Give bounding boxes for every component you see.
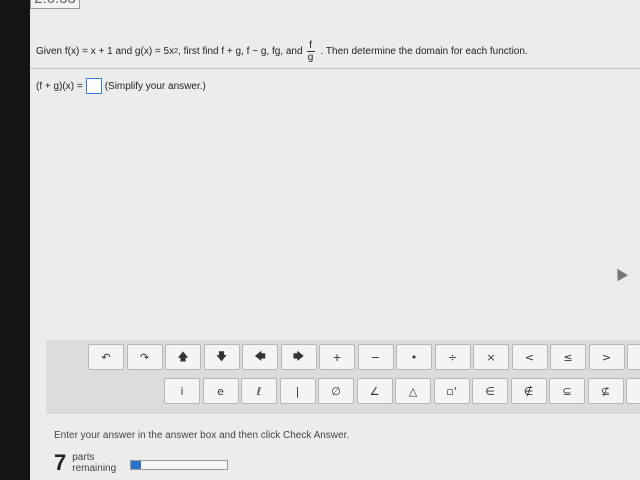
screen: 2.6.33 Given f(x) = x + 1 and g(x) = 5x2… <box>30 0 640 480</box>
question-text: Given f(x) = x + 1 and g(x) = 5x 2, first… <box>36 40 528 63</box>
progress-fill <box>131 461 141 469</box>
palette-key-down-arrow[interactable]: 🡇 <box>203 344 240 370</box>
palette-key-abs-value[interactable]: | <box>279 378 316 404</box>
mouse-cursor-icon <box>612 265 628 282</box>
palette-key-minus[interactable]: − <box>357 344 394 370</box>
palette-key-redo[interactable]: ↷ <box>126 344 163 370</box>
palette-key-greater-than[interactable]: > <box>588 344 625 370</box>
answer-row: (f + g)(x) = (Simplify your answer.) <box>36 78 206 94</box>
palette-key-triangle[interactable]: △ <box>395 378 431 404</box>
fraction-numerator: f <box>309 40 312 51</box>
prompt-middle: , first find f + g, f − g, fg, and <box>178 46 303 57</box>
parts-remaining: 7 parts remaining <box>54 450 116 475</box>
palette-key-less-equal[interactable]: ≤ <box>550 344 586 370</box>
palette-key-times[interactable]: × <box>473 344 509 370</box>
problem-id: 2.6.33 <box>30 0 80 9</box>
palette-key-element-of[interactable]: ∈ <box>472 378 508 404</box>
instruction-message: Enter your answer in the answer box and … <box>54 430 350 441</box>
answer-input[interactable] <box>85 78 102 94</box>
palette-key-prime[interactable]: ▫' <box>433 378 470 404</box>
palette-key-up-arrow[interactable]: 🡅 <box>165 344 201 370</box>
palette-key-undo[interactable]: ↶ <box>88 344 124 370</box>
palette-key-ell[interactable]: ℓ <box>241 378 277 404</box>
progress-bar <box>130 460 228 470</box>
palette-key-not-element-of[interactable]: ∉ <box>510 378 547 404</box>
palette-key-empty-set[interactable]: ∅ <box>318 378 354 404</box>
palette-key-left-arrow[interactable]: 🡄 <box>242 344 278 370</box>
parts-label: parts remaining <box>72 452 116 474</box>
answer-hint: (Simplify your answer.) <box>104 80 206 92</box>
palette-key-subset-eq[interactable]: ⊆ <box>549 378 585 404</box>
prompt-after: . Then determine the domain for each fun… <box>320 46 528 57</box>
palette-key-imaginary-i[interactable]: i <box>164 378 200 404</box>
palette-key-angle[interactable]: ∠ <box>356 378 393 404</box>
parts-label-line2: remaining <box>72 463 117 474</box>
palette-key-right-arrow[interactable]: 🡆 <box>280 344 317 370</box>
palette-key-proper-subset[interactable]: ⊂ <box>626 378 640 404</box>
palette-key-euler-e[interactable]: e <box>202 378 239 404</box>
math-palette: ↶↷🡅🡇🡄🡆+−•÷×<≤>≥ ieℓ|∅∠△▫'∈∉⊆⊈⊂ <box>46 340 640 414</box>
palette-key-less-than[interactable]: < <box>511 344 548 370</box>
palette-key-not-subset-eq[interactable]: ⊈ <box>587 378 624 404</box>
palette-key-plus[interactable]: + <box>319 344 355 370</box>
prompt-before: Given f(x) = x + 1 and g(x) = 5x <box>36 46 175 57</box>
fraction-denominator: g <box>307 52 314 63</box>
palette-key-divide[interactable]: ÷ <box>434 344 471 370</box>
fraction-f-over-g: f g <box>306 40 315 63</box>
palette-key-dot[interactable]: • <box>396 344 432 370</box>
palette-key-greater-equal[interactable]: ≥ <box>627 344 640 370</box>
parts-label-line1: parts <box>72 452 95 463</box>
answer-label: (f + g)(x) = <box>36 80 83 92</box>
divider <box>30 68 640 69</box>
parts-count: 7 <box>54 450 67 475</box>
